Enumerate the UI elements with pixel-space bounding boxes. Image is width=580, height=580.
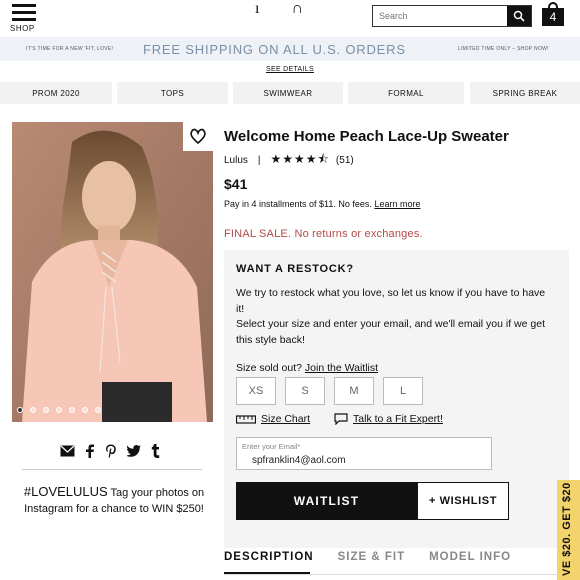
promo-left-text: IT'S TIME FOR A NEW 'FIT, LOVE! [26, 46, 114, 52]
fit-expert-link[interactable]: Talk to a Fit Expert! [334, 413, 443, 425]
tab-size-fit[interactable]: SIZE & FIT [338, 551, 406, 563]
site-header: SHOP ı ∩ 4 [0, 0, 580, 36]
star-rating[interactable]: ★★★★⯪ [271, 150, 330, 171]
add-to-wishlist-button[interactable]: + WISHLIST [417, 482, 509, 520]
fit-expert-label: Talk to a Fit Expert! [353, 413, 443, 425]
installments-text: Pay in 4 installments of $11. No fees. [224, 199, 372, 209]
email-input[interactable] [252, 455, 482, 466]
category-formal[interactable]: FORMAL [348, 82, 464, 104]
social-share [60, 444, 160, 458]
product-photo [12, 122, 213, 422]
review-count[interactable]: (51) [336, 155, 354, 166]
search-button[interactable] [507, 6, 531, 26]
see-details-link[interactable]: SEE DETAILS [266, 66, 314, 73]
bag-count: 4 [542, 8, 564, 26]
gallery-dot[interactable] [43, 407, 49, 413]
brand-link[interactable]: Lulus [224, 155, 248, 166]
tumblr-icon[interactable] [151, 444, 160, 458]
email-field[interactable]: Enter your Email* [236, 437, 492, 470]
installments-info: Pay in 4 installments of $11. No fees. L… [224, 199, 420, 209]
facebook-icon[interactable] [85, 444, 95, 458]
size-l-button[interactable]: L [383, 377, 423, 405]
product-image[interactable] [12, 122, 213, 422]
restock-panel: WANT A RESTOCK? We try to restock what y… [224, 250, 569, 548]
category-swimwear[interactable]: SWIMWEAR [233, 82, 343, 104]
gallery-dot[interactable] [82, 407, 88, 413]
gallery-dot[interactable] [95, 407, 101, 413]
restock-title: WANT A RESTOCK? [236, 263, 354, 275]
gallery-dot[interactable] [30, 407, 36, 413]
site-logo[interactable]: ı ∩ [255, 0, 317, 18]
restock-description: We try to restock what you love, so let … [236, 286, 556, 348]
shopping-bag-icon[interactable]: 4 [542, 2, 564, 26]
category-nav: PROM 2020 TOPS SWIMWEAR FORMAL SPRING BR… [0, 82, 580, 104]
restock-line-1: We try to restock what you love, so let … [236, 287, 546, 315]
gallery-dot[interactable] [69, 407, 75, 413]
divider [22, 469, 202, 470]
email-icon[interactable] [60, 445, 75, 457]
learn-more-link[interactable]: Learn more [374, 199, 420, 209]
promo-banner[interactable]: IT'S TIME FOR A NEW 'FIT, LOVE! FREE SHI… [0, 37, 580, 61]
heart-icon [190, 128, 206, 145]
category-tops[interactable]: TOPS [117, 82, 228, 104]
tab-divider [224, 574, 564, 575]
lovelulus-hashtag: #LOVELULUS [23, 484, 108, 499]
wishlist-heart-button[interactable] [183, 121, 213, 151]
search-bar [372, 5, 532, 27]
join-waitlist-link[interactable]: Join the Waitlist [305, 362, 378, 374]
twitter-icon[interactable] [127, 445, 141, 457]
size-m-button[interactable]: M [334, 377, 374, 405]
promo-main-text: FREE SHIPPING ON ALL U.S. ORDERS [143, 42, 406, 57]
size-s-button[interactable]: S [285, 377, 325, 405]
separator: | [257, 155, 261, 166]
gallery-dot[interactable] [17, 407, 23, 413]
category-spring-break[interactable]: SPRING BREAK [470, 82, 580, 104]
sold-out-text: Size sold out? [236, 362, 302, 374]
help-links: Size Chart Talk to a Fit Expert! [236, 413, 443, 425]
size-chart-label: Size Chart [261, 413, 311, 425]
product-price: $41 [224, 176, 248, 192]
size-chart-link[interactable]: Size Chart [236, 413, 310, 425]
lovelulus-text: #LOVELULUS Tag your photos on Instagram … [22, 484, 206, 517]
side-promo-text: VE $20. GET $20 [561, 482, 573, 576]
tab-description[interactable]: DESCRIPTION [224, 551, 314, 563]
product-title: Welcome Home Peach Lace-Up Sweater [224, 128, 509, 145]
tab-model-info[interactable]: MODEL INFO [429, 551, 511, 563]
sold-out-row: Size sold out? Join the Waitlist [236, 362, 378, 374]
gallery-dot[interactable] [56, 407, 62, 413]
ruler-icon [236, 415, 256, 424]
brand-rating-row: Lulus | ★★★★⯪ (51) [224, 150, 354, 171]
side-promo-tab[interactable]: VE $20. GET $20 [557, 480, 580, 580]
category-prom[interactable]: PROM 2020 [0, 82, 112, 104]
pinterest-icon[interactable] [105, 444, 117, 458]
product-tabs: DESCRIPTION SIZE & FIT MODEL INFO [224, 551, 511, 563]
menu-icon[interactable] [12, 4, 36, 25]
size-options: XS S M L [236, 377, 423, 405]
search-icon [513, 10, 525, 22]
final-sale-notice: FINAL SALE. No returns or exchanges. [224, 228, 423, 240]
shop-label[interactable]: SHOP [10, 24, 35, 33]
gallery-dots [17, 407, 101, 413]
promo-right-text: LIMITED TIME ONLY – SHOP NOW! [458, 46, 549, 52]
restock-line-2: Select your size and enter your email, a… [236, 318, 545, 346]
size-xs-button[interactable]: XS [236, 377, 276, 405]
chat-bubble-icon [334, 413, 348, 425]
email-label: Enter your Email* [242, 442, 301, 451]
search-input[interactable] [373, 6, 507, 26]
waitlist-button[interactable]: WAITLIST [236, 482, 417, 520]
